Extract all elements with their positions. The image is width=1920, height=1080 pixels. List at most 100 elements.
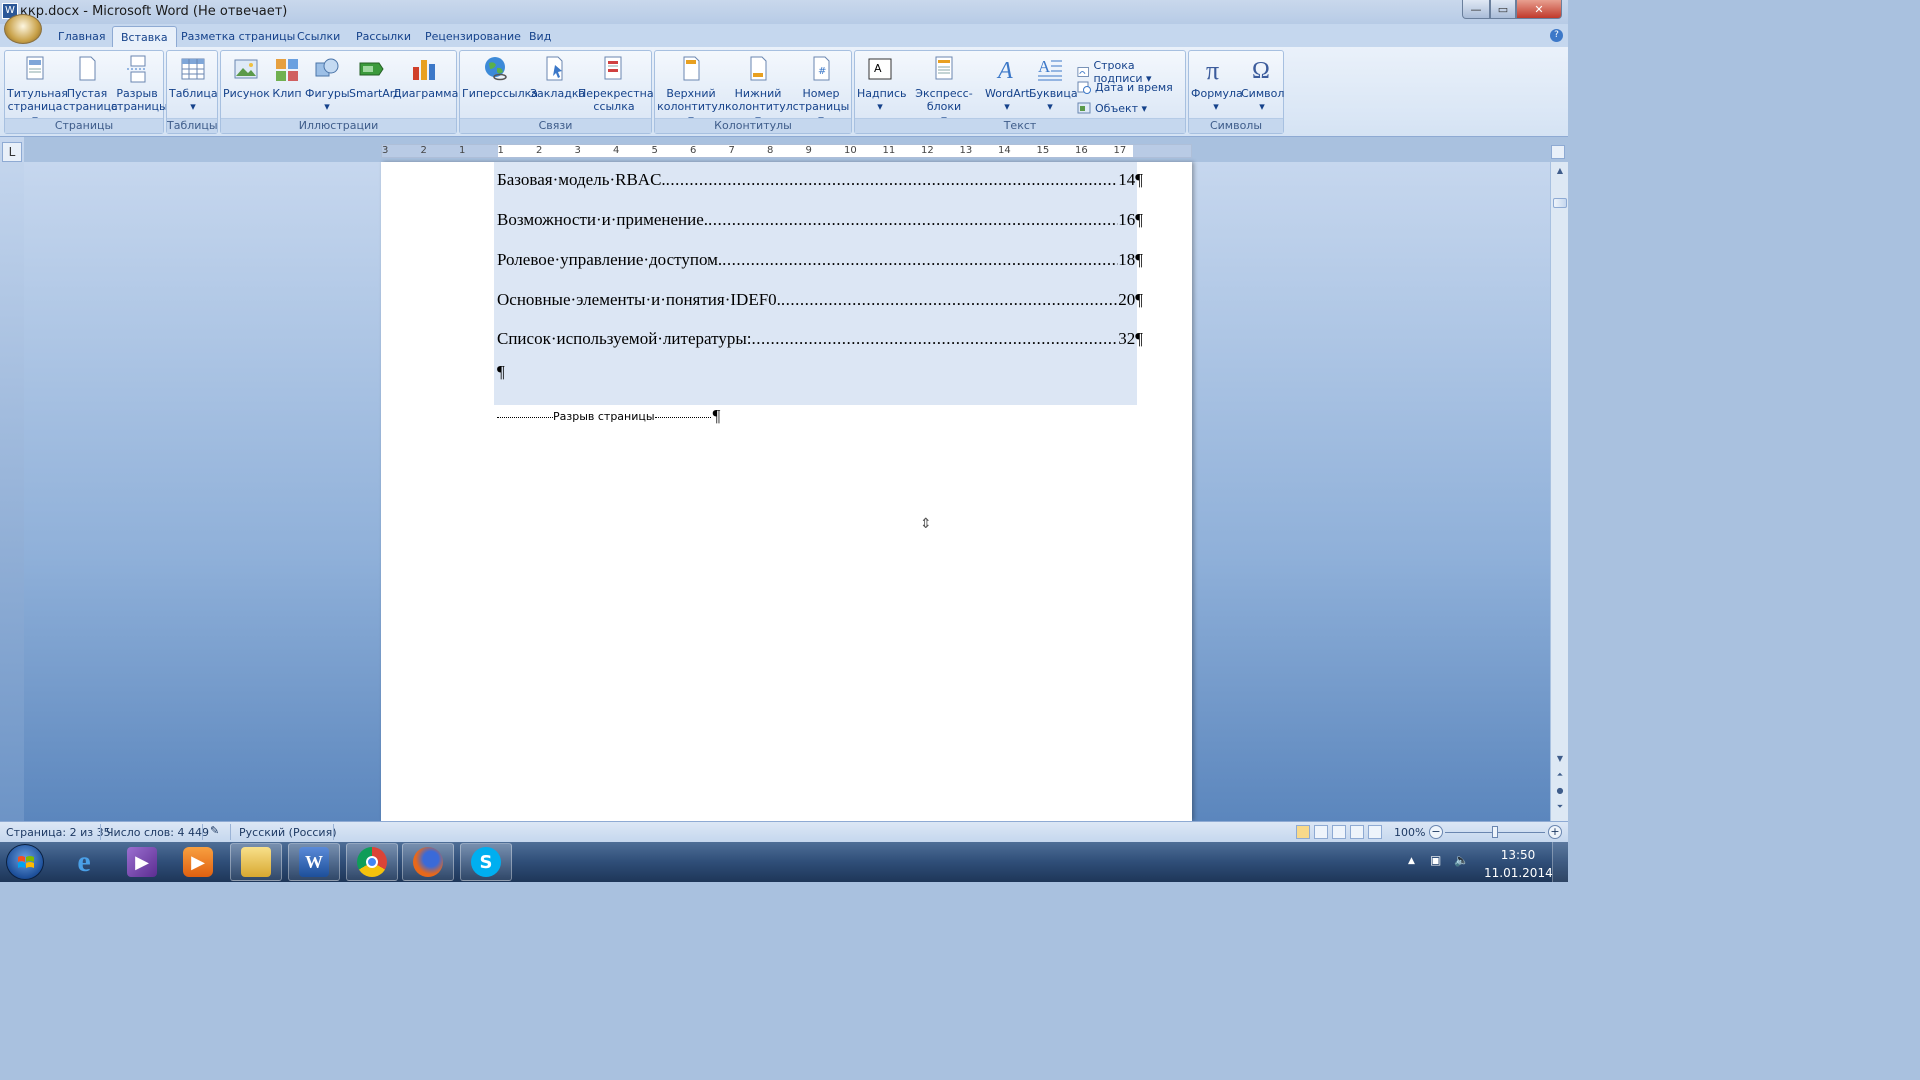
- taskbar-word[interactable]: W: [288, 843, 340, 881]
- close-button[interactable]: ✕: [1516, 0, 1562, 19]
- show-hidden-icons[interactable]: ▲: [1408, 856, 1415, 866]
- symbol-button[interactable]: Ω Символ ▾: [1241, 55, 1284, 113]
- toc-entry[interactable]: Список·используемой·литературы: ........…: [497, 325, 1143, 349]
- smartart-button[interactable]: SmartArt: [349, 55, 399, 100]
- table-button[interactable]: Таблица ▾: [169, 55, 218, 113]
- draft-view-icon[interactable]: [1368, 825, 1382, 839]
- tab-view[interactable]: Вид: [529, 30, 551, 43]
- picture-button[interactable]: Рисунок: [223, 55, 270, 100]
- scroll-thumb[interactable]: [1553, 198, 1567, 208]
- document-page[interactable]: Базовая·модель·RBAC. ...................…: [381, 162, 1192, 821]
- hyperlink-button[interactable]: Гиперссылка: [462, 55, 538, 100]
- show-desktop-button[interactable]: [1552, 842, 1568, 882]
- maximize-button[interactable]: ▭: [1490, 0, 1516, 19]
- title-bar: W ккр.docx - Microsoft Word (Не отвечает…: [0, 0, 1568, 24]
- next-page-icon[interactable]: ⏷: [1554, 802, 1566, 814]
- group-pages-label: Страницы: [5, 118, 163, 133]
- omega-symbol-icon: Ω: [1252, 58, 1270, 83]
- view-ruler-toggle[interactable]: [1551, 145, 1565, 159]
- volume-icon[interactable]: 🔈: [1454, 853, 1469, 867]
- group-illustrations-label: Иллюстрации: [221, 118, 456, 133]
- bookmark-button[interactable]: Закладка: [530, 55, 585, 100]
- minimize-button[interactable]: —: [1462, 0, 1490, 19]
- print-layout-view-icon[interactable]: [1296, 825, 1310, 839]
- tab-stop-selector[interactable]: L: [2, 142, 22, 162]
- clock-date[interactable]: 11.01.2014: [1484, 866, 1553, 880]
- taskbar-skype[interactable]: S: [460, 843, 512, 881]
- ruler-label: 7: [728, 145, 735, 156]
- web-layout-view-icon[interactable]: [1332, 825, 1346, 839]
- previous-page-icon[interactable]: ⏶: [1554, 770, 1566, 782]
- quick-parts-button[interactable]: Экспресс-блоки ▾: [903, 55, 985, 126]
- toc-entry[interactable]: Возможности·и·применение. ..............…: [497, 206, 1143, 230]
- tab-references[interactable]: Ссылки: [297, 30, 340, 43]
- tab-mailings[interactable]: Рассылки: [356, 30, 411, 43]
- page-number-button[interactable]: # Номер страницы ▾: [791, 55, 851, 126]
- hyperlink-globe-icon: [485, 57, 507, 81]
- dropcap-button[interactable]: A Буквица ▾: [1029, 55, 1078, 113]
- tab-review[interactable]: Рецензирование: [425, 30, 521, 43]
- taskbar-chrome[interactable]: [346, 843, 398, 881]
- svg-text:#: #: [818, 66, 826, 77]
- horizontal-ruler[interactable]: 3 2 1 1 2 3 4 5 6 7 8 9 10 11 12 13 14 15 16 17: [381, 144, 1192, 158]
- page-count[interactable]: Страница: 2 из 35: [6, 826, 111, 839]
- help-icon[interactable]: ?: [1550, 29, 1563, 42]
- taskbar-firefox[interactable]: [402, 843, 454, 881]
- chart-button[interactable]: Диаграмма: [393, 55, 458, 100]
- clock-time[interactable]: 13:50: [1498, 848, 1538, 862]
- tab-home[interactable]: Главная: [58, 30, 106, 43]
- zoom-level[interactable]: 100%: [1394, 826, 1425, 839]
- outline-view-icon[interactable]: [1350, 825, 1364, 839]
- page-number-icon: #: [813, 56, 830, 81]
- textbox-icon: A: [868, 58, 892, 80]
- browse-object-icon[interactable]: ●: [1554, 786, 1566, 798]
- scroll-down-icon[interactable]: ▼: [1554, 754, 1566, 766]
- toc-entry[interactable]: Ролевое·управление·доступом. ...........…: [497, 246, 1143, 270]
- wordart-button[interactable]: A WordArt ▾: [985, 55, 1030, 113]
- spellcheck-icon[interactable]: ✎: [210, 824, 219, 837]
- clip-button[interactable]: Клип: [269, 55, 305, 100]
- zoom-in-button[interactable]: +: [1548, 825, 1562, 839]
- full-screen-reading-view-icon[interactable]: [1314, 825, 1328, 839]
- object-button[interactable]: Объект ▾: [1077, 101, 1147, 115]
- word-count[interactable]: Число слов: 4 449: [106, 826, 209, 839]
- page-break-button[interactable]: Разрыв страницы: [111, 55, 168, 113]
- svg-text:A: A: [1038, 57, 1051, 76]
- blank-page-button[interactable]: Пустая страница: [63, 55, 118, 113]
- group-text: A Надпись ▾ Экспресс-блоки ▾ A WordArt ▾…: [854, 50, 1186, 134]
- dropcap-icon: A: [1038, 57, 1062, 81]
- formula-button[interactable]: π Формула ▾: [1191, 55, 1243, 113]
- ruler-label: 9: [805, 145, 812, 156]
- textbox-button[interactable]: A Надпись ▾: [857, 55, 907, 113]
- header-button[interactable]: Верхний колонтитул ▾: [657, 55, 725, 126]
- shapes-button[interactable]: Фигуры ▾: [305, 55, 350, 113]
- network-icon[interactable]: ▣: [1430, 853, 1441, 867]
- group-tables: Таблица ▾ Таблицы: [166, 50, 218, 134]
- ruler-label: 8: [767, 145, 774, 156]
- tab-insert[interactable]: Вставка: [112, 26, 177, 48]
- taskbar-media-player[interactable]: ▶: [172, 843, 224, 881]
- office-button[interactable]: [4, 14, 42, 44]
- tab-page-layout[interactable]: Разметка страницы: [181, 30, 295, 43]
- scroll-up-icon[interactable]: ▲: [1554, 166, 1566, 178]
- toc-entry[interactable]: Основные·элементы·и·понятия·IDEF0. .....…: [497, 286, 1143, 310]
- windows-logo-icon: [18, 856, 34, 868]
- left-margin-area: [0, 137, 24, 821]
- title-page-button[interactable]: Титульная страница ▾: [7, 55, 68, 126]
- zoom-slider-thumb[interactable]: [1492, 826, 1498, 838]
- start-button[interactable]: [6, 844, 44, 880]
- language-indicator[interactable]: Русский (Россия): [239, 826, 337, 839]
- window-title: ккр.docx - Microsoft Word (Не отвечает): [20, 4, 288, 19]
- ruler-label: 5: [651, 145, 658, 156]
- vertical-scrollbar[interactable]: ▲ ▼ ⏶ ● ⏷: [1550, 162, 1568, 821]
- clip-art-icon: [276, 59, 298, 81]
- taskbar-ie[interactable]: e: [58, 843, 110, 881]
- toc-entry[interactable]: Базовая·модель·RBAC. ...................…: [497, 166, 1143, 190]
- group-headers-footers: Верхний колонтитул ▾ Нижний колонтитул ▾…: [654, 50, 852, 134]
- cross-reference-button[interactable]: Перекрестная ссылка: [578, 55, 660, 113]
- zoom-out-button[interactable]: −: [1429, 825, 1443, 839]
- date-time-button[interactable]: Дата и время: [1077, 80, 1173, 94]
- taskbar-visual-studio[interactable]: ▶: [116, 843, 168, 881]
- footer-button[interactable]: Нижний колонтитул ▾: [725, 55, 793, 126]
- taskbar-explorer[interactable]: [230, 843, 282, 881]
